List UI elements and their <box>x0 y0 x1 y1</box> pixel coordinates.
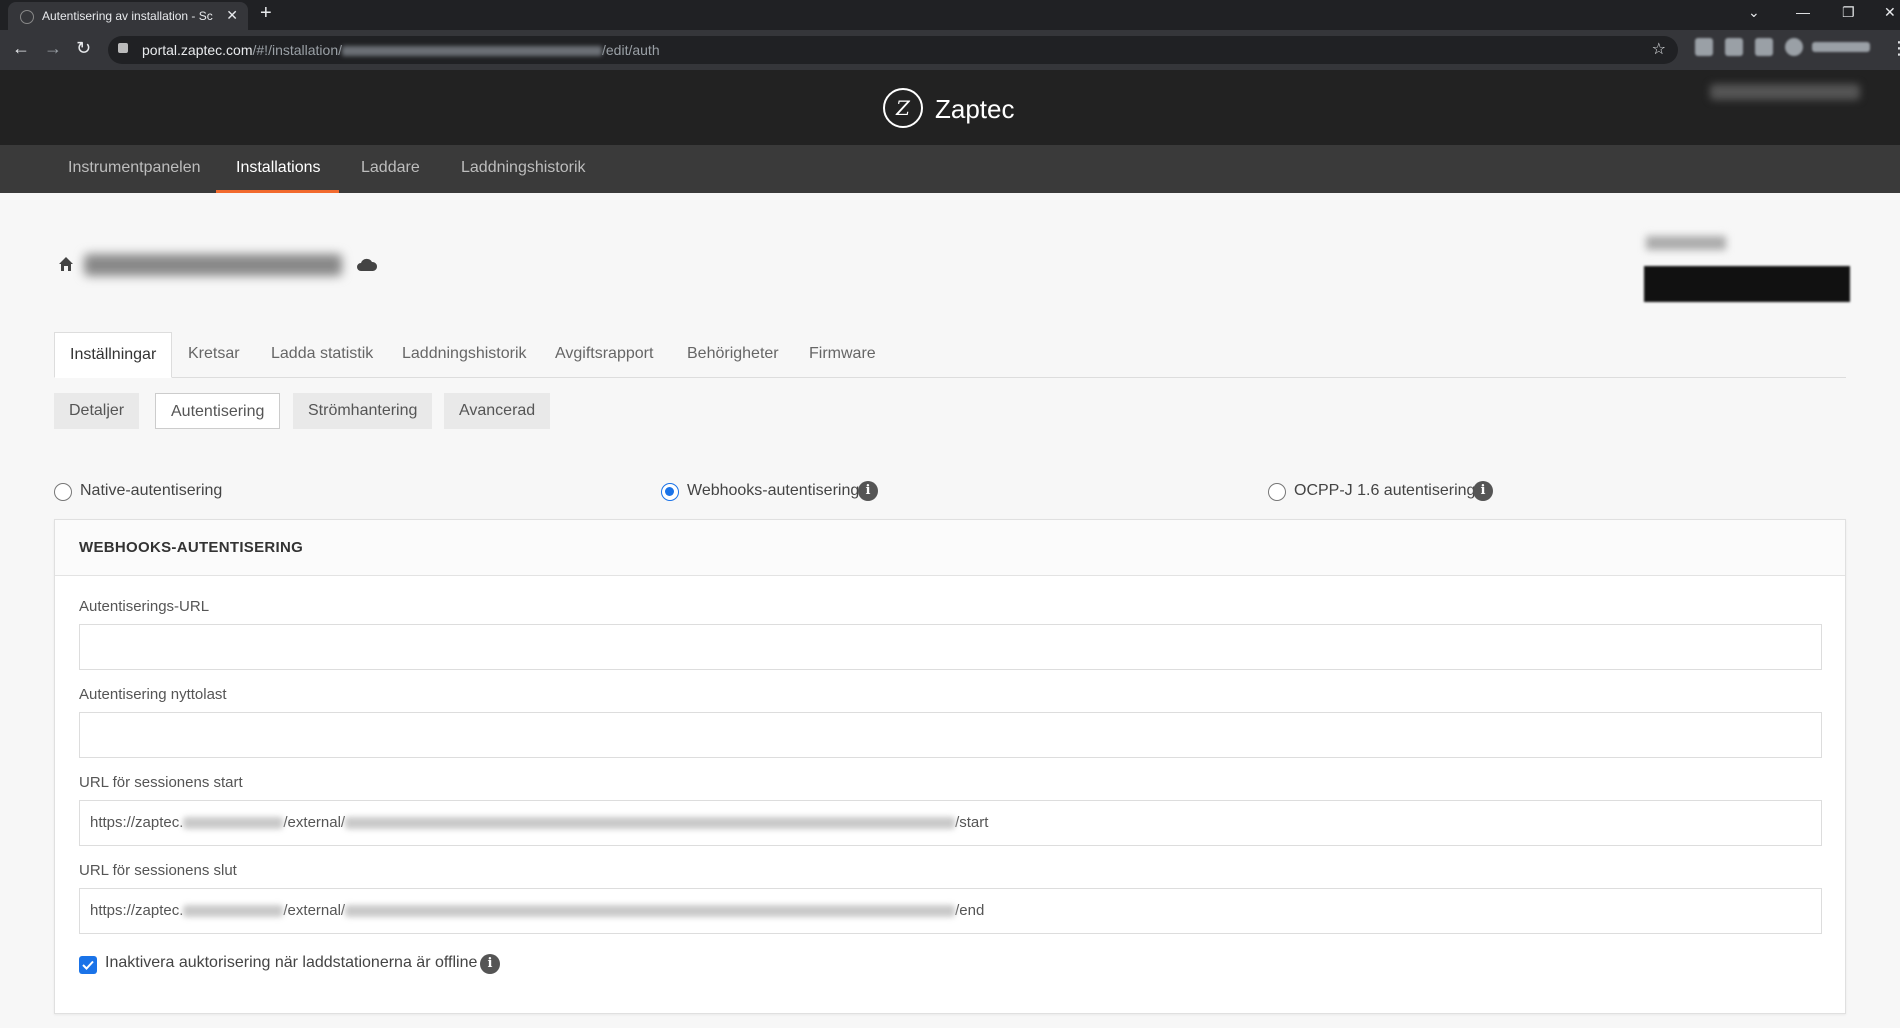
tab-firmware[interactable]: Firmware <box>794 332 891 378</box>
main-nav: Instrumentpanelen Installations Laddare … <box>0 145 1900 193</box>
native-auth-label: Native-autentisering <box>80 482 223 499</box>
action-button[interactable] <box>1644 266 1850 302</box>
user-menu[interactable] <box>1710 84 1860 100</box>
check-icon <box>82 960 94 970</box>
url-text: portal.zaptec.com/#!/installation//edit/… <box>142 42 660 58</box>
cloud-icon <box>357 258 378 271</box>
nav-laddningshistorik[interactable]: Laddningshistorik <box>461 159 586 177</box>
export-label <box>1646 236 1726 250</box>
auth-url-label: Autentiserings-URL <box>79 598 210 615</box>
info-icon[interactable]: i <box>858 481 878 501</box>
nav-installations[interactable]: Installations <box>236 159 321 177</box>
installation-name <box>84 254 342 276</box>
lock-icon <box>118 43 128 53</box>
tab-ladda-statistik[interactable]: Ladda statistik <box>256 332 388 378</box>
restore-icon[interactable]: ❐ <box>1842 4 1855 21</box>
auth-url-input[interactable] <box>79 624 1822 670</box>
session-end-url-label: URL för sessionens slut <box>79 862 237 879</box>
close-window-icon[interactable]: ✕ <box>1884 4 1896 21</box>
native-auth-radio[interactable] <box>54 483 72 501</box>
profile-avatar-icon[interactable] <box>1785 38 1803 56</box>
subtab-detaljer[interactable]: Detaljer <box>54 393 140 429</box>
minimize-icon[interactable]: — <box>1796 4 1810 20</box>
webhooks-auth-panel: WEBHOOKS-AUTENTISERING Autentiserings-UR… <box>54 519 1846 1014</box>
webhooks-auth-radio[interactable] <box>661 483 679 501</box>
session-start-url-label: URL för sessionens start <box>79 774 243 791</box>
active-nav-underline <box>216 190 339 193</box>
browser-menu-icon[interactable]: ⋮ <box>1890 38 1900 59</box>
back-icon[interactable]: ← <box>12 38 30 59</box>
tab-behorigheter[interactable]: Behörigheter <box>672 332 794 378</box>
settings-tabs: Inställningar Kretsar Ladda statistik La… <box>54 332 1846 378</box>
nav-instrumentpanelen[interactable]: Instrumentpanelen <box>68 159 201 177</box>
profile-name[interactable] <box>1812 42 1870 52</box>
bookmark-star-icon[interactable]: ☆ <box>1652 39 1666 59</box>
browser-tabstrip: Autentisering av installation - Sc ✕ + ⌄… <box>0 0 1900 30</box>
brand-name: Zaptec <box>935 94 1015 124</box>
info-icon[interactable]: i <box>480 954 500 974</box>
webhooks-auth-label: Webhooks-autentisering <box>687 482 860 499</box>
browser-tab-title: Autentisering av installation - Sc <box>42 9 213 23</box>
auth-payload-input[interactable] <box>79 712 1822 758</box>
disable-offline-auth-checkbox[interactable] <box>79 956 97 974</box>
panel-header: WEBHOOKS-AUTENTISERING <box>55 520 1845 576</box>
reload-icon[interactable]: ↻ <box>76 38 91 59</box>
panel-title: WEBHOOKS-AUTENTISERING <box>79 539 304 556</box>
subtab-stromhantering[interactable]: Strömhantering <box>293 393 433 429</box>
tab-kretsar[interactable]: Kretsar <box>173 332 255 378</box>
zaptec-logo-icon: Z <box>883 88 923 128</box>
tab-installningar[interactable]: Inställningar <box>54 332 173 378</box>
disable-offline-auth-label: Inaktivera auktorisering när laddstation… <box>105 954 478 971</box>
new-tab-icon[interactable]: + <box>260 2 272 25</box>
tab-avgiftsrapport[interactable]: Avgiftsrapport <box>540 332 668 378</box>
extension-icon[interactable] <box>1755 38 1773 56</box>
tab-laddningshistorik[interactable]: Laddningshistorik <box>387 332 542 378</box>
nav-laddare[interactable]: Laddare <box>361 159 420 177</box>
app-header: Z Zaptec <box>0 70 1900 145</box>
close-tab-icon[interactable]: ✕ <box>226 7 238 24</box>
extension-icon[interactable] <box>1695 38 1713 56</box>
zaptec-favicon-icon <box>20 10 34 24</box>
home-icon[interactable] <box>58 256 74 272</box>
subtab-avancerad[interactable]: Avancerad <box>444 393 551 429</box>
auth-payload-label: Autentisering nyttolast <box>79 686 227 703</box>
subtab-autentisering[interactable]: Autentisering <box>155 393 281 429</box>
session-end-url-input[interactable]: https://zaptec./external//end <box>79 888 1822 934</box>
ocpp-auth-label: OCPP-J 1.6 autentisering <box>1294 482 1476 499</box>
ocpp-auth-radio[interactable] <box>1268 483 1286 501</box>
omnibox[interactable]: portal.zaptec.com/#!/installation//edit/… <box>108 36 1678 64</box>
tab-search-icon[interactable]: ⌄ <box>1748 4 1760 21</box>
session-start-url-input[interactable]: https://zaptec./external//start <box>79 800 1822 846</box>
browser-tab[interactable]: Autentisering av installation - Sc ✕ <box>8 2 248 30</box>
info-icon[interactable]: i <box>1473 481 1493 501</box>
extension-icon[interactable] <box>1725 38 1743 56</box>
address-bar-row: ← → ↻ portal.zaptec.com/#!/installation/… <box>0 30 1900 70</box>
forward-icon[interactable]: → <box>44 38 62 59</box>
